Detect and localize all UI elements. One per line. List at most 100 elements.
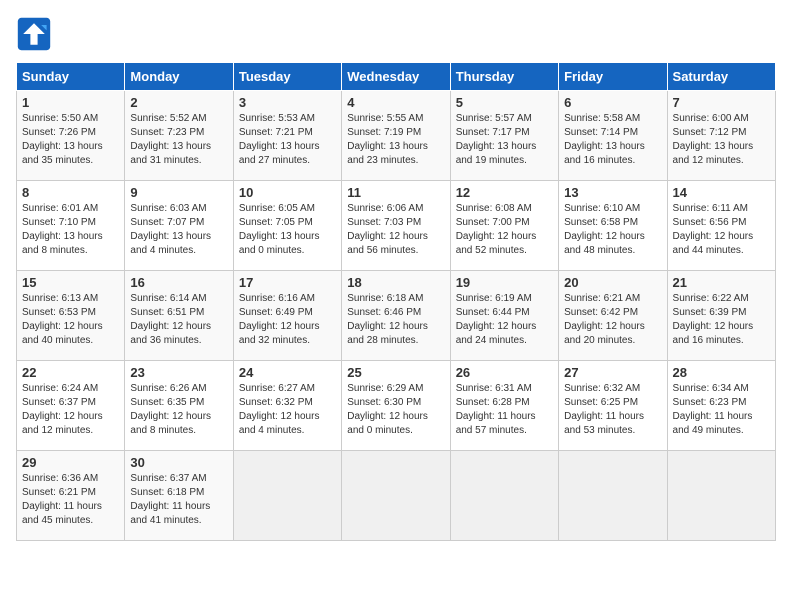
calendar-cell: 13 Sunrise: 6:10 AM Sunset: 6:58 PM Dayli… (559, 181, 667, 271)
calendar-cell: 11 Sunrise: 6:06 AM Sunset: 7:03 PM Dayli… (342, 181, 450, 271)
calendar-week-1: 8 Sunrise: 6:01 AM Sunset: 7:10 PM Daylig… (17, 181, 776, 271)
day-number: 8 (22, 185, 119, 200)
day-info: Sunrise: 5:50 AM Sunset: 7:26 PM Dayligh… (22, 112, 119, 168)
day-info: Sunrise: 6:32 AM Sunset: 6:25 PM Dayligh… (564, 382, 661, 438)
day-info: Sunrise: 6:18 AM Sunset: 6:46 PM Dayligh… (347, 292, 444, 348)
day-info: Sunrise: 6:29 AM Sunset: 6:30 PM Dayligh… (347, 382, 444, 438)
calendar-cell: 20 Sunrise: 6:21 AM Sunset: 6:42 PM Dayli… (559, 271, 667, 361)
calendar-cell: 15Sunrise: 6:13 AM Sunset: 6:53 PM Dayli… (17, 271, 125, 361)
calendar-cell: 5 Sunrise: 5:57 AM Sunset: 7:17 PM Daylig… (450, 91, 558, 181)
calendar-cell: 30 Sunrise: 6:37 AM Sunset: 6:18 PM Dayli… (125, 451, 233, 541)
day-info: Sunrise: 6:14 AM Sunset: 6:51 PM Dayligh… (130, 292, 227, 348)
day-info: Sunrise: 5:55 AM Sunset: 7:19 PM Dayligh… (347, 112, 444, 168)
calendar-cell: 23 Sunrise: 6:26 AM Sunset: 6:35 PM Dayli… (125, 361, 233, 451)
weekday-header-friday: Friday (559, 63, 667, 91)
day-number: 7 (673, 95, 770, 110)
day-number: 17 (239, 275, 336, 290)
calendar-cell: 29 Sunrise: 6:36 AM Sunset: 6:21 PM Dayli… (17, 451, 125, 541)
day-number: 22 (22, 365, 119, 380)
day-number: 25 (347, 365, 444, 380)
day-info: Sunrise: 6:22 AM Sunset: 6:39 PM Dayligh… (673, 292, 770, 348)
calendar-cell: 7 Sunrise: 6:00 AM Sunset: 7:12 PM Daylig… (667, 91, 775, 181)
weekday-header-wednesday: Wednesday (342, 63, 450, 91)
calendar-cell: 6 Sunrise: 5:58 AM Sunset: 7:14 PM Daylig… (559, 91, 667, 181)
day-info: Sunrise: 6:11 AM Sunset: 6:56 PM Dayligh… (673, 202, 770, 258)
calendar-cell: 24 Sunrise: 6:27 AM Sunset: 6:32 PM Dayli… (233, 361, 341, 451)
logo-icon (16, 16, 52, 52)
calendar-cell: 18 Sunrise: 6:18 AM Sunset: 6:46 PM Dayli… (342, 271, 450, 361)
day-number: 14 (673, 185, 770, 200)
day-number: 19 (456, 275, 553, 290)
day-info: Sunrise: 6:21 AM Sunset: 6:42 PM Dayligh… (564, 292, 661, 348)
day-number: 16 (130, 275, 227, 290)
day-number: 26 (456, 365, 553, 380)
day-info: Sunrise: 5:57 AM Sunset: 7:17 PM Dayligh… (456, 112, 553, 168)
calendar-cell: 26 Sunrise: 6:31 AM Sunset: 6:28 PM Dayli… (450, 361, 558, 451)
day-number: 23 (130, 365, 227, 380)
calendar-cell: 4 Sunrise: 5:55 AM Sunset: 7:19 PM Daylig… (342, 91, 450, 181)
weekday-header-tuesday: Tuesday (233, 63, 341, 91)
weekday-header-sunday: Sunday (17, 63, 125, 91)
day-info: Sunrise: 6:10 AM Sunset: 6:58 PM Dayligh… (564, 202, 661, 258)
day-info: Sunrise: 6:01 AM Sunset: 7:10 PM Dayligh… (22, 202, 119, 258)
calendar-cell: 25 Sunrise: 6:29 AM Sunset: 6:30 PM Dayli… (342, 361, 450, 451)
day-info: Sunrise: 5:58 AM Sunset: 7:14 PM Dayligh… (564, 112, 661, 168)
day-number: 11 (347, 185, 444, 200)
day-number: 21 (673, 275, 770, 290)
day-info: Sunrise: 6:34 AM Sunset: 6:23 PM Dayligh… (673, 382, 770, 438)
calendar-cell (559, 451, 667, 541)
calendar-cell: 21 Sunrise: 6:22 AM Sunset: 6:39 PM Dayli… (667, 271, 775, 361)
day-number: 3 (239, 95, 336, 110)
day-info: Sunrise: 6:24 AM Sunset: 6:37 PM Dayligh… (22, 382, 119, 438)
day-number: 1 (22, 95, 119, 110)
day-number: 30 (130, 455, 227, 470)
calendar-cell: 28 Sunrise: 6:34 AM Sunset: 6:23 PM Dayli… (667, 361, 775, 451)
day-info: Sunrise: 6:37 AM Sunset: 6:18 PM Dayligh… (130, 472, 227, 528)
day-number: 6 (564, 95, 661, 110)
day-number: 20 (564, 275, 661, 290)
day-info: Sunrise: 6:16 AM Sunset: 6:49 PM Dayligh… (239, 292, 336, 348)
calendar-table: SundayMondayTuesdayWednesdayThursdayFrid… (16, 62, 776, 541)
day-number: 12 (456, 185, 553, 200)
day-info: Sunrise: 6:06 AM Sunset: 7:03 PM Dayligh… (347, 202, 444, 258)
day-info: Sunrise: 6:26 AM Sunset: 6:35 PM Dayligh… (130, 382, 227, 438)
calendar-week-2: 15Sunrise: 6:13 AM Sunset: 6:53 PM Dayli… (17, 271, 776, 361)
calendar-cell: 14 Sunrise: 6:11 AM Sunset: 6:56 PM Dayli… (667, 181, 775, 271)
day-info: Sunrise: 5:53 AM Sunset: 7:21 PM Dayligh… (239, 112, 336, 168)
day-number: 10 (239, 185, 336, 200)
calendar-cell: 9 Sunrise: 6:03 AM Sunset: 7:07 PM Daylig… (125, 181, 233, 271)
calendar-cell: 17 Sunrise: 6:16 AM Sunset: 6:49 PM Dayli… (233, 271, 341, 361)
weekday-header-thursday: Thursday (450, 63, 558, 91)
day-number: 29 (22, 455, 119, 470)
calendar-week-4: 29 Sunrise: 6:36 AM Sunset: 6:21 PM Dayli… (17, 451, 776, 541)
weekday-header-saturday: Saturday (667, 63, 775, 91)
day-info: Sunrise: 6:13 AM Sunset: 6:53 PM Dayligh… (22, 292, 119, 348)
day-number: 4 (347, 95, 444, 110)
day-number: 2 (130, 95, 227, 110)
day-info: Sunrise: 6:08 AM Sunset: 7:00 PM Dayligh… (456, 202, 553, 258)
day-info: Sunrise: 5:52 AM Sunset: 7:23 PM Dayligh… (130, 112, 227, 168)
day-number: 18 (347, 275, 444, 290)
day-number: 13 (564, 185, 661, 200)
day-number: 9 (130, 185, 227, 200)
day-info: Sunrise: 6:36 AM Sunset: 6:21 PM Dayligh… (22, 472, 119, 528)
calendar-cell: 3 Sunrise: 5:53 AM Sunset: 7:21 PM Daylig… (233, 91, 341, 181)
calendar-cell: 10Sunrise: 6:05 AM Sunset: 7:05 PM Dayli… (233, 181, 341, 271)
day-number: 27 (564, 365, 661, 380)
page-header (16, 16, 776, 52)
calendar-cell (667, 451, 775, 541)
day-info: Sunrise: 6:00 AM Sunset: 7:12 PM Dayligh… (673, 112, 770, 168)
weekday-header-monday: Monday (125, 63, 233, 91)
day-info: Sunrise: 6:19 AM Sunset: 6:44 PM Dayligh… (456, 292, 553, 348)
day-info: Sunrise: 6:27 AM Sunset: 6:32 PM Dayligh… (239, 382, 336, 438)
day-number: 28 (673, 365, 770, 380)
calendar-body: 1 Sunrise: 5:50 AM Sunset: 7:26 PM Daylig… (17, 91, 776, 541)
day-number: 5 (456, 95, 553, 110)
calendar-cell: 2 Sunrise: 5:52 AM Sunset: 7:23 PM Daylig… (125, 91, 233, 181)
day-info: Sunrise: 6:03 AM Sunset: 7:07 PM Dayligh… (130, 202, 227, 258)
day-info: Sunrise: 6:31 AM Sunset: 6:28 PM Dayligh… (456, 382, 553, 438)
calendar-cell (233, 451, 341, 541)
day-number: 24 (239, 365, 336, 380)
calendar-cell: 12 Sunrise: 6:08 AM Sunset: 7:00 PM Dayli… (450, 181, 558, 271)
calendar-cell: 1 Sunrise: 5:50 AM Sunset: 7:26 PM Daylig… (17, 91, 125, 181)
